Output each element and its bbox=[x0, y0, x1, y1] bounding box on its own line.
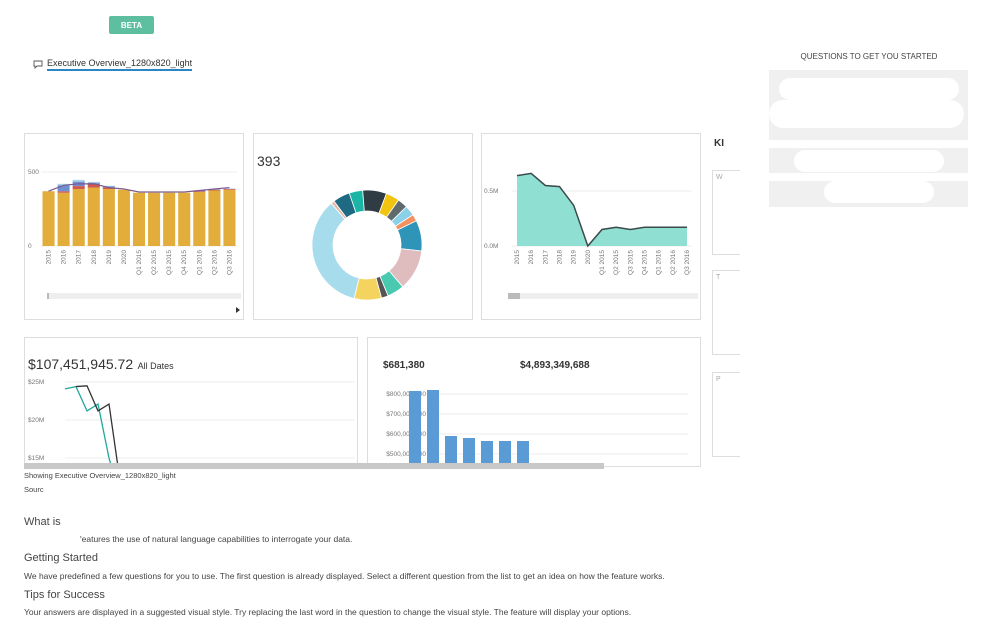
x-tick-label: 2015 bbox=[46, 250, 53, 265]
what-text: 'eatures the use of natural language cap… bbox=[80, 534, 353, 544]
x-tick-label: 2016 bbox=[61, 250, 68, 265]
question-item[interactable] bbox=[769, 70, 968, 140]
bar-segment bbox=[102, 189, 115, 246]
scroll-thumb bbox=[508, 293, 520, 299]
getting-started-title: Getting Started bbox=[24, 552, 98, 564]
kpi-box[interactable]: T bbox=[712, 270, 740, 355]
stacked-bar-chart-card[interactable]: 0 500 2015 2016 2017 2018 2019 2020 Q1 2015 Q2 20… bbox=[24, 133, 244, 320]
bar-segment bbox=[132, 192, 146, 246]
x-tick-label: 2019 bbox=[106, 250, 113, 265]
bar-segment bbox=[148, 192, 161, 246]
source-text: Sourc bbox=[24, 485, 44, 494]
bar-segment bbox=[87, 187, 100, 246]
showing-text: Showing Executive Overview_1280x820_ligh… bbox=[24, 471, 176, 480]
bar-segment bbox=[117, 189, 130, 246]
x-tick-label: Q1 2015 bbox=[599, 250, 606, 275]
series-line bbox=[75, 385, 119, 466]
x-tick-label: 2018 bbox=[557, 250, 564, 265]
x-tick-label: Q1 2015 bbox=[136, 250, 143, 275]
kpi-box[interactable]: P bbox=[712, 372, 740, 457]
x-tick-label: Q2 2015 bbox=[613, 250, 620, 275]
x-tick-label: Q2 2016 bbox=[211, 250, 218, 275]
bar-segment bbox=[223, 189, 236, 190]
x-tick-label: Q4 2015 bbox=[642, 250, 649, 275]
chart-scrollbar bbox=[47, 293, 241, 299]
question-item[interactable] bbox=[769, 181, 968, 207]
bar-segment bbox=[193, 191, 206, 246]
getting-started-text: We have predefined a few questions for y… bbox=[24, 571, 665, 581]
x-tick-label: 2016 bbox=[528, 250, 535, 265]
x-tick-label: 2018 bbox=[91, 250, 98, 265]
scroll-right-arrow-icon bbox=[236, 307, 240, 313]
bar-segment bbox=[72, 186, 85, 190]
x-tick-label: 2020 bbox=[121, 250, 128, 265]
donut-chart-card[interactable]: 393 bbox=[253, 133, 473, 320]
scroll-thumb bbox=[47, 293, 49, 299]
bar-segment bbox=[178, 192, 191, 246]
bar-segment bbox=[163, 192, 176, 246]
report-link-label: Executive Overview_1280x820_light bbox=[47, 58, 193, 71]
bar-segment bbox=[72, 189, 85, 246]
question-item[interactable] bbox=[769, 148, 968, 173]
donut-slice bbox=[311, 202, 360, 299]
bar-segment bbox=[208, 190, 221, 246]
x-tick-label: Q2 2016 bbox=[670, 250, 677, 275]
comment-icon bbox=[33, 60, 43, 69]
beta-badge: BETA bbox=[109, 16, 154, 34]
x-tick-label: 2017 bbox=[76, 250, 83, 265]
x-tick-label: 2019 bbox=[571, 250, 578, 265]
what-title: What is bbox=[24, 516, 61, 528]
bar-segment bbox=[223, 189, 236, 246]
x-tick-label: Q1 2016 bbox=[196, 250, 203, 275]
x-tick-label: Q3 2015 bbox=[627, 250, 634, 275]
kpi-title: KI bbox=[714, 138, 724, 149]
tips-title: Tips for Success bbox=[24, 589, 105, 601]
questions-title: QUESTIONS TO GET YOU STARTED bbox=[800, 52, 938, 61]
x-tick-label: Q3 2016 bbox=[684, 250, 691, 275]
line-chart-card[interactable]: $107,451,945.72 All Dates $15M $20M $25M bbox=[24, 337, 358, 467]
x-tick-label: Q3 2015 bbox=[166, 250, 173, 275]
x-tick-label: 2017 bbox=[542, 250, 549, 265]
bar-segment bbox=[87, 181, 100, 183]
x-tick-label: Q3 2016 bbox=[226, 250, 233, 275]
y-tick-label: 0.0M bbox=[484, 243, 498, 250]
bar-segment bbox=[42, 191, 55, 246]
report-link[interactable]: Executive Overview_1280x820_light bbox=[33, 58, 193, 71]
bar-segment bbox=[57, 185, 70, 192]
bar-segment bbox=[57, 192, 70, 246]
area-fill bbox=[517, 173, 687, 246]
x-tick-label: 2015 bbox=[514, 250, 521, 265]
column-chart-card[interactable]: $681,380 $4,893,349,688 $500,000,000 $600… bbox=[367, 337, 701, 467]
tips-text: Your answers are displayed in a suggeste… bbox=[24, 607, 632, 617]
y-tick-label: $15M bbox=[28, 455, 44, 462]
x-tick-label: Q4 2015 bbox=[181, 250, 188, 275]
kpi-box[interactable]: W bbox=[712, 170, 740, 255]
y-tick-label: 0.5M bbox=[484, 188, 498, 195]
y-tick-label: $25M bbox=[28, 379, 44, 386]
horizontal-scrollbar[interactable] bbox=[24, 463, 604, 469]
y-tick-label: 0 bbox=[28, 243, 32, 250]
area-chart-card[interactable]: 0.0M 0.5M 2015 2016 2017 2018 2019 2020 Q1 2015 Q… bbox=[481, 133, 701, 320]
chart-scrollbar bbox=[508, 293, 698, 299]
column-bar bbox=[409, 391, 421, 466]
bar-segment bbox=[57, 191, 70, 193]
x-tick-label: Q1 2016 bbox=[656, 250, 663, 275]
y-tick-label: $20M bbox=[28, 417, 44, 424]
bar-segment bbox=[72, 179, 85, 182]
x-tick-label: Q2 2015 bbox=[151, 250, 158, 275]
column-bar bbox=[427, 390, 439, 466]
y-tick-label: 500 bbox=[28, 169, 39, 176]
x-tick-label: 2020 bbox=[585, 250, 592, 265]
